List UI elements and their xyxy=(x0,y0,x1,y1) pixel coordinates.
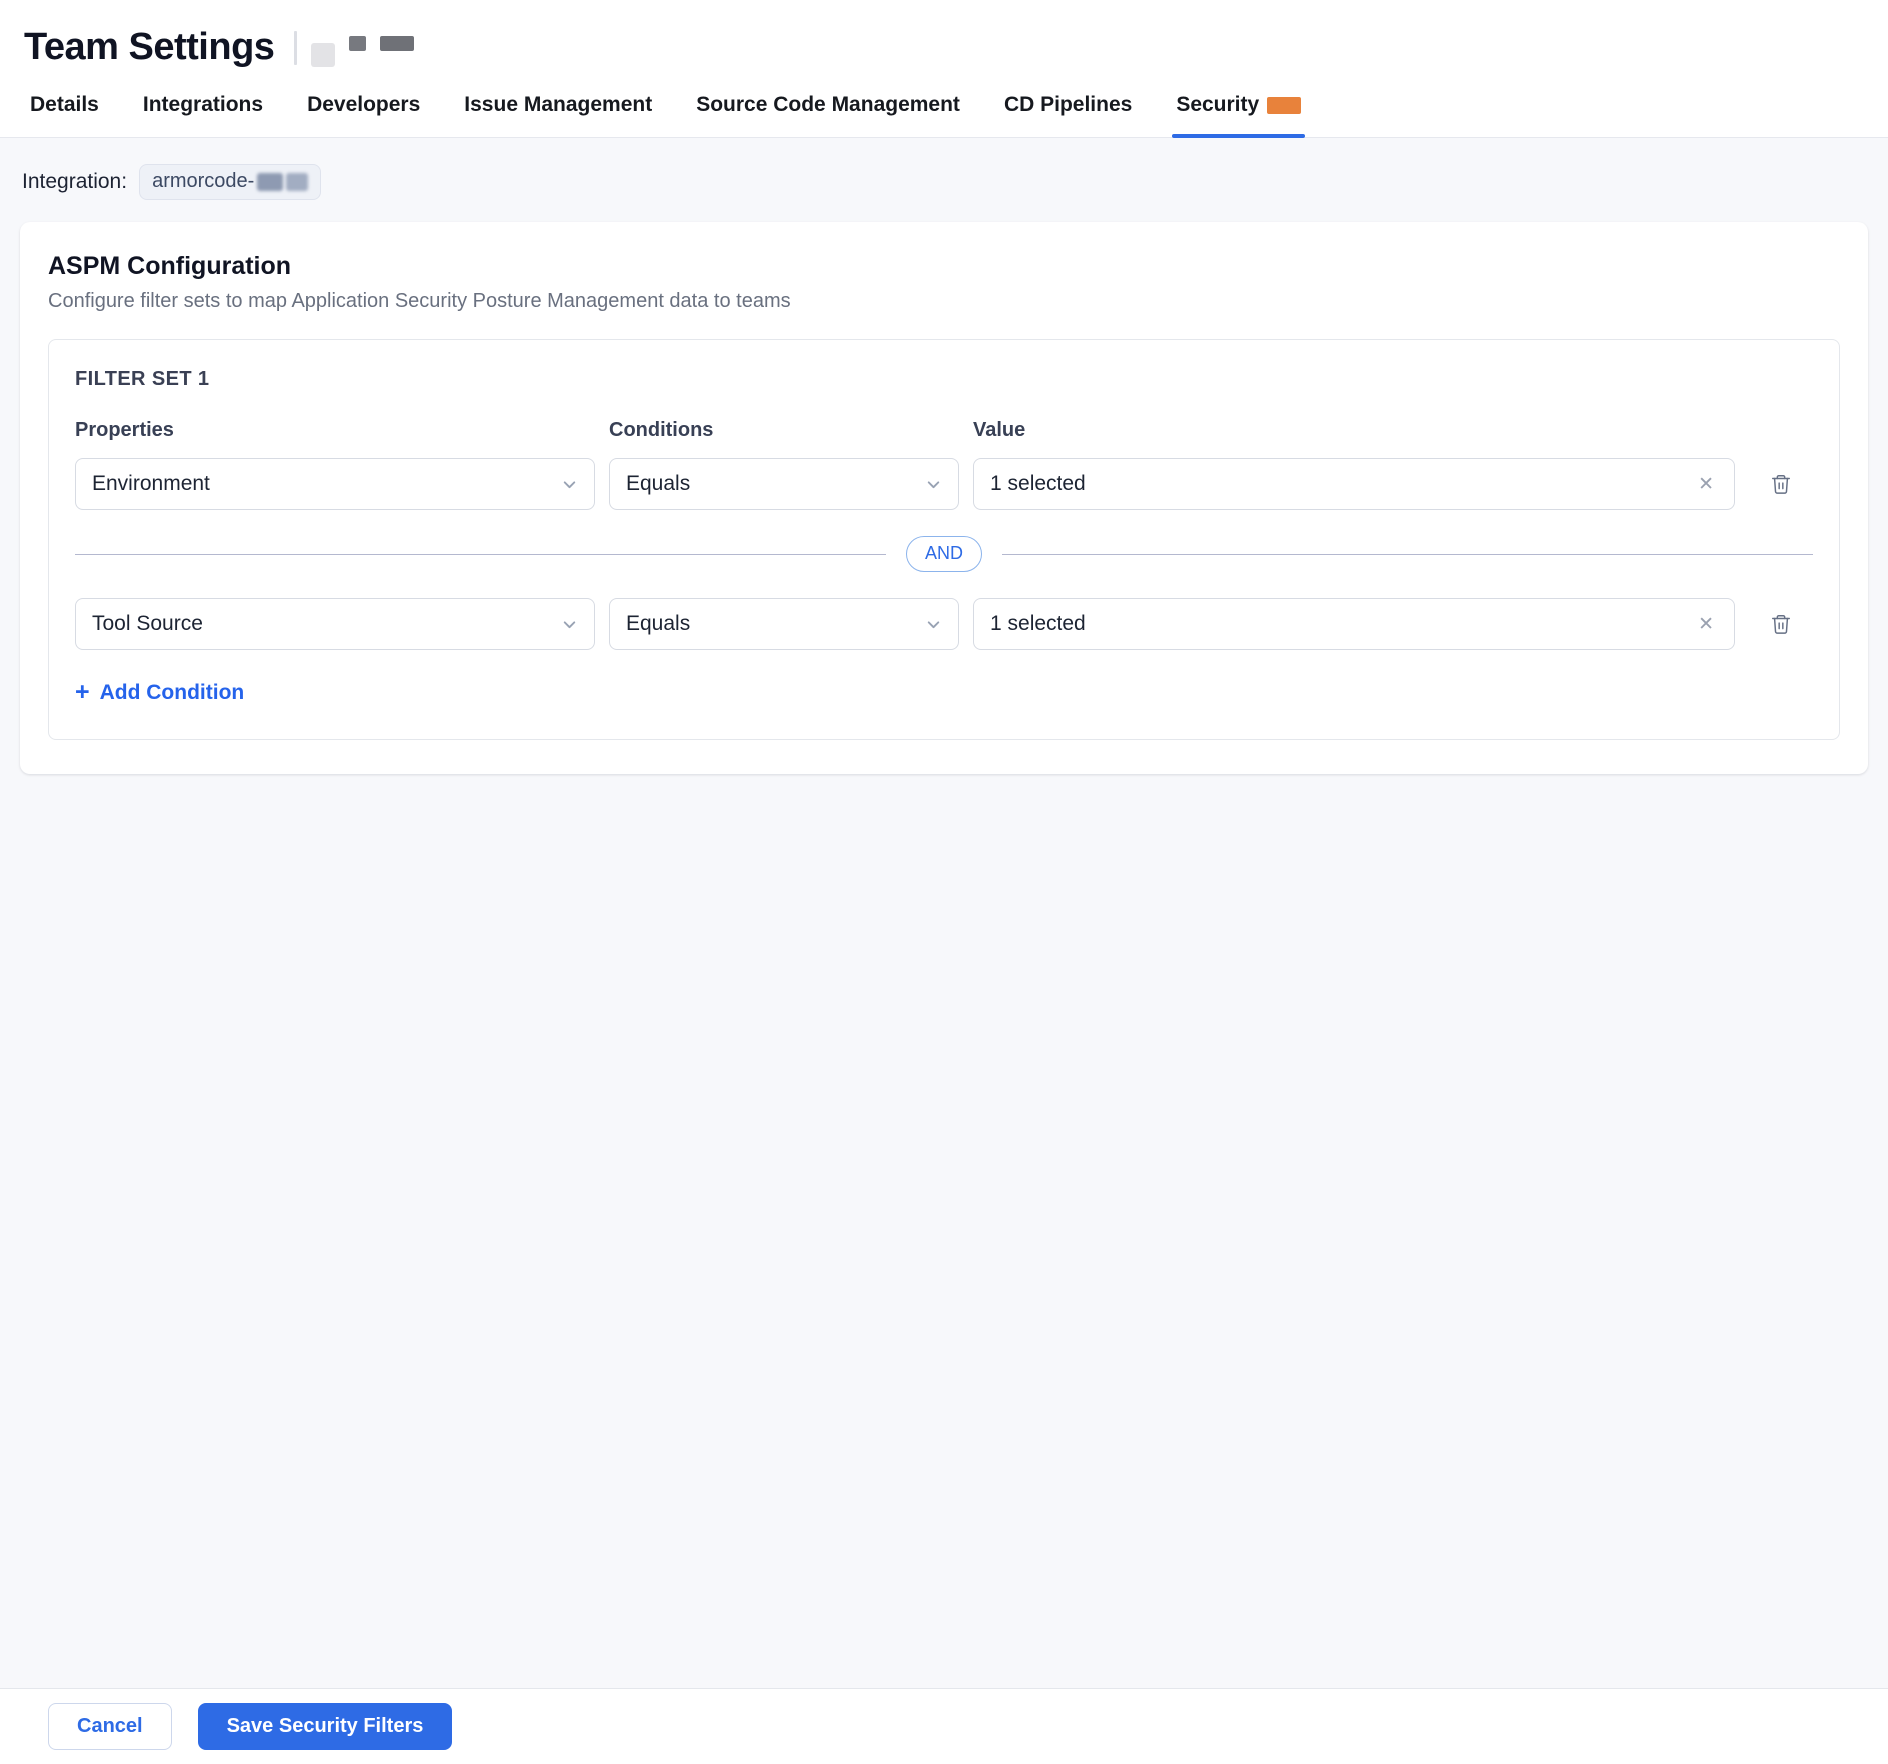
card-title: ASPM Configuration xyxy=(48,252,1840,281)
redacted-block xyxy=(286,173,308,191)
tab-details[interactable]: Details xyxy=(28,83,101,137)
property-select[interactable]: Tool Source xyxy=(75,598,595,650)
delete-condition-button[interactable] xyxy=(1759,462,1803,506)
title-row: Team Settings xyxy=(0,0,1888,83)
clear-selection-icon[interactable]: ✕ xyxy=(1694,471,1718,498)
and-divider-line xyxy=(75,554,886,555)
and-operator-pill: AND xyxy=(906,536,982,572)
title-separator xyxy=(294,31,297,65)
tab-label: Security xyxy=(1176,93,1259,117)
tab-bar: Details Integrations Developers Issue Ma… xyxy=(0,83,1888,138)
page-title: Team Settings xyxy=(24,26,274,69)
condition-select[interactable]: Equals xyxy=(609,598,959,650)
redacted-badge xyxy=(1267,97,1301,114)
tab-label: Issue Management xyxy=(464,93,652,117)
cancel-button[interactable]: Cancel xyxy=(48,1703,172,1750)
aspm-configuration-card: ASPM Configuration Configure filter sets… xyxy=(20,222,1868,774)
redacted-block xyxy=(380,36,414,51)
chevron-down-icon xyxy=(925,476,942,493)
footer-action-bar: Cancel Save Security Filters xyxy=(0,1688,1888,1764)
condition-select-value: Equals xyxy=(626,612,690,636)
card-subtitle: Configure filter sets to map Application… xyxy=(48,290,1840,313)
tab-label: Developers xyxy=(307,93,420,117)
chevron-down-icon xyxy=(561,616,578,633)
redacted-block xyxy=(349,36,366,51)
page-header: Team Settings Details Integrations Devel… xyxy=(0,0,1888,138)
column-header-properties: Properties xyxy=(75,419,595,442)
integration-chip[interactable]: armorcode- xyxy=(139,164,321,200)
value-multiselect[interactable]: 1 selected ✕ xyxy=(973,598,1735,650)
integration-label: Integration: xyxy=(22,170,127,194)
tab-issue-management[interactable]: Issue Management xyxy=(462,83,654,137)
tab-integrations[interactable]: Integrations xyxy=(141,83,265,137)
tab-cd-pipelines[interactable]: CD Pipelines xyxy=(1002,83,1134,137)
tab-label: Details xyxy=(30,93,99,117)
trash-icon xyxy=(1770,612,1792,636)
integration-chip-text: armorcode- xyxy=(152,170,254,193)
tab-security[interactable]: Security xyxy=(1174,83,1303,137)
chevron-down-icon xyxy=(561,476,578,493)
property-select[interactable]: Environment xyxy=(75,458,595,510)
tab-label: CD Pipelines xyxy=(1004,93,1132,117)
trash-icon xyxy=(1770,472,1792,496)
value-multiselect-text: 1 selected xyxy=(990,612,1086,636)
filter-set-title: FILTER SET 1 xyxy=(75,368,1813,391)
plus-icon: + xyxy=(75,680,90,705)
redacted-block xyxy=(311,43,335,67)
tab-source-code-management[interactable]: Source Code Management xyxy=(694,83,962,137)
property-select-value: Environment xyxy=(92,472,210,496)
clear-selection-icon[interactable]: ✕ xyxy=(1694,611,1718,638)
condition-select[interactable]: Equals xyxy=(609,458,959,510)
tab-label: Source Code Management xyxy=(696,93,960,117)
filter-row: Environment Equals 1 selected ✕ xyxy=(75,458,1813,510)
property-select-value: Tool Source xyxy=(92,612,203,636)
delete-condition-button[interactable] xyxy=(1759,602,1803,646)
and-divider: AND xyxy=(75,536,1813,572)
integration-row: Integration: armorcode- xyxy=(0,138,1888,200)
filter-set-1: FILTER SET 1 Properties Conditions Value… xyxy=(48,339,1840,740)
value-multiselect[interactable]: 1 selected ✕ xyxy=(973,458,1735,510)
tab-developers[interactable]: Developers xyxy=(305,83,422,137)
and-divider-line xyxy=(1002,554,1813,555)
condition-select-value: Equals xyxy=(626,472,690,496)
column-header-value: Value xyxy=(973,419,1735,442)
redacted-block xyxy=(257,173,283,191)
chevron-down-icon xyxy=(925,616,942,633)
add-condition-button[interactable]: + Add Condition xyxy=(75,680,244,705)
filter-column-headers: Properties Conditions Value xyxy=(75,419,1813,442)
value-multiselect-text: 1 selected xyxy=(990,472,1086,496)
save-security-filters-button[interactable]: Save Security Filters xyxy=(198,1703,453,1750)
tab-label: Integrations xyxy=(143,93,263,117)
add-condition-label: Add Condition xyxy=(100,681,245,705)
column-header-conditions: Conditions xyxy=(609,419,959,442)
filter-row: Tool Source Equals 1 selected ✕ xyxy=(75,598,1813,650)
